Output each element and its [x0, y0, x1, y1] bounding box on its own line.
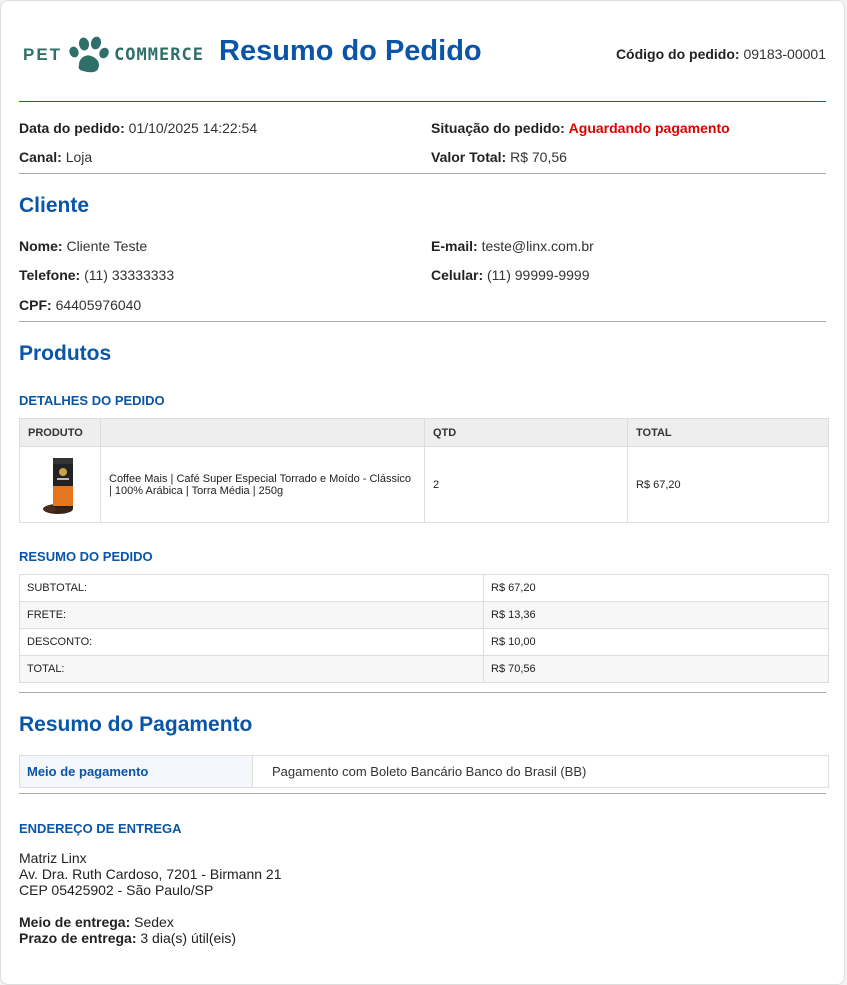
order-channel: Canal: Loja [19, 149, 92, 165]
order-total: Valor Total: R$ 70,56 [431, 149, 567, 165]
client-mobile-value: (11) 99999-9999 [487, 267, 590, 283]
delivery-method: Meio de entrega: Sedex [19, 914, 236, 930]
order-status-label: Situação do pedido: [431, 120, 565, 136]
logo-text-pet: PET [23, 45, 63, 64]
client-cpf-value: 64405976040 [55, 297, 142, 313]
order-date-value: 01/10/2025 14:22:54 [128, 120, 258, 136]
order-total-label: Valor Total: [431, 149, 507, 165]
paw-icon [69, 36, 109, 73]
address-line: Av. Dra. Ruth Cardoso, 7201 - Birmann 21 [19, 866, 282, 882]
address-line: CEP 05425902 - São Paulo/SP [19, 882, 214, 898]
summary-value: R$ 10,00 [483, 628, 829, 656]
delivery-deadline-label: Prazo de entrega: [19, 930, 137, 946]
order-code: Código do pedido: 09183-00001 [616, 46, 826, 62]
order-status-value: Aguardando pagamento [568, 120, 730, 136]
client-phone-label: Telefone: [19, 267, 81, 283]
page-title: Resumo do Pedido [219, 35, 482, 67]
client-section-title: Cliente [19, 194, 90, 217]
summary-value: R$ 13,36 [483, 601, 829, 629]
order-date: Data do pedido: 01/10/2025 14:22:54 [19, 120, 257, 136]
table-row: TOTAL: R$ 70,56 [19, 655, 829, 683]
client-name-label: Nome: [19, 238, 63, 254]
delivery-method-label: Meio de entrega: [19, 914, 131, 930]
client-phone-value: (11) 33333333 [84, 267, 175, 283]
delivery-info: Meio de entrega: Sedex Prazo de entrega:… [19, 914, 236, 946]
order-channel-label: Canal: [19, 149, 62, 165]
client-name-value: Cliente Teste [66, 238, 148, 254]
table-row: FRETE: R$ 13,36 [19, 601, 829, 629]
product-name-line: | 100% Arábica | Torra Média | 250g [109, 484, 284, 497]
product-qty: 2 [424, 446, 628, 523]
order-channel-value: Loja [65, 149, 93, 165]
delivery-address: Matriz Linx Av. Dra. Ruth Cardoso, 7201 … [19, 850, 282, 898]
divider [19, 793, 826, 794]
client-cpf: CPF: 64405976040 [19, 297, 141, 313]
logo-text-commerce: COMMERCE [114, 45, 204, 65]
product-image-cell [19, 446, 101, 523]
summary-label: FRETE: [19, 601, 484, 629]
client-cpf-label: CPF: [19, 297, 52, 313]
order-summary-page: PET COMMERCE Resumo do Pedido Código do … [0, 0, 845, 985]
payment-section-title: Resumo do Pagamento [19, 713, 253, 736]
table-row: DESCONTO: R$ 10,00 [19, 628, 829, 656]
summary-value: R$ 67,20 [483, 574, 829, 602]
col-header-description [100, 418, 425, 447]
client-email-label: E-mail: [431, 238, 478, 254]
summary-table: SUBTOTAL: R$ 67,20 FRETE: R$ 13,36 DESCO… [19, 574, 829, 683]
order-total-value: R$ 70,56 [510, 149, 567, 165]
divider [19, 692, 826, 693]
col-header-qty: QTD [424, 418, 628, 447]
client-email-value: teste@linx.com.br [481, 238, 594, 254]
order-details-title: DETALHES DO PEDIDO [19, 393, 165, 408]
client-name: Nome: Cliente Teste [19, 238, 147, 254]
products-table: PRODUTO QTD TOTAL Coffee Mais | Café Sup… [19, 418, 829, 523]
products-section-title: Produtos [19, 342, 112, 365]
summary-label: SUBTOTAL: [19, 574, 484, 602]
summary-label: TOTAL: [19, 655, 484, 683]
client-mobile-label: Celular: [431, 267, 484, 283]
delivery-deadline-value: 3 dia(s) útil(eis) [140, 930, 237, 946]
products-table-header: PRODUTO QTD TOTAL [19, 418, 829, 447]
table-row: SUBTOTAL: R$ 67,20 [19, 574, 829, 602]
summary-label: DESCONTO: [19, 628, 484, 656]
col-header-total: TOTAL [627, 418, 829, 447]
address-line: Matriz Linx [19, 850, 87, 866]
header: PET COMMERCE Resumo do Pedido Código do … [19, 1, 826, 102]
payment-method-label: Meio de pagamento [19, 755, 253, 788]
summary-value: R$ 70,56 [483, 655, 829, 683]
order-date-label: Data do pedido: [19, 120, 125, 136]
client-mobile: Celular: (11) 99999-9999 [431, 267, 590, 283]
col-header-product: PRODUTO [19, 418, 101, 447]
divider [19, 173, 826, 174]
divider [19, 321, 826, 322]
product-name-cell: Coffee Mais | Café Super Especial Torrad… [100, 446, 425, 523]
coffee-package-image [43, 457, 73, 514]
client-email: E-mail: teste@linx.com.br [431, 238, 594, 254]
client-phone: Telefone: (11) 33333333 [19, 267, 174, 283]
payment-method-value: Pagamento com Boleto Bancário Banco do B… [252, 755, 829, 788]
order-code-value: 09183-00001 [743, 46, 826, 62]
payment-table: Meio de pagamento Pagamento com Boleto B… [19, 755, 829, 788]
delivery-deadline: Prazo de entrega: 3 dia(s) útil(eis) [19, 930, 236, 946]
product-name-line: Coffee Mais | Café Super Especial Torrad… [109, 472, 412, 485]
product-total: R$ 67,20 [627, 446, 829, 523]
order-summary-title: RESUMO DO PEDIDO [19, 549, 153, 564]
table-row: Coffee Mais | Café Super Especial Torrad… [19, 446, 829, 523]
table-row: Meio de pagamento Pagamento com Boleto B… [19, 755, 829, 788]
order-code-label: Código do pedido: [615, 46, 740, 62]
delivery-method-value: Sedex [134, 914, 174, 930]
delivery-address-title: ENDEREÇO DE ENTREGA [19, 821, 182, 836]
order-status: Situação do pedido: Aguardando pagamento [431, 120, 730, 136]
pet-commerce-logo: PET COMMERCE [23, 35, 204, 75]
